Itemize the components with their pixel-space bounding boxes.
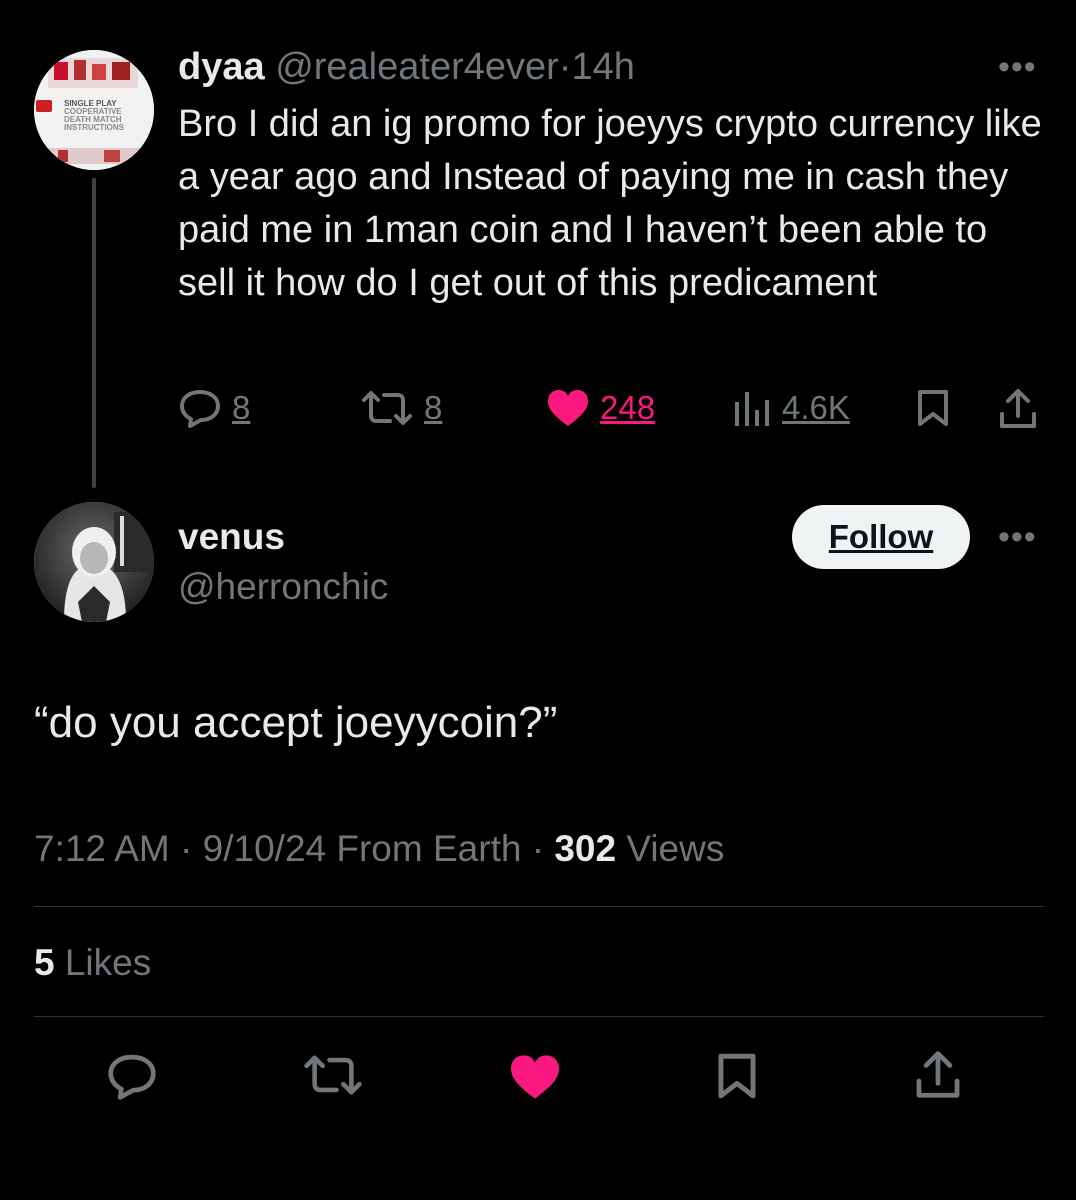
reply-icon: [180, 390, 220, 428]
reply-icon: [108, 1054, 156, 1100]
parent-timestamp[interactable]: 14h: [571, 46, 634, 88]
views-icon: [735, 392, 769, 426]
reply-likes-label: Likes: [64, 942, 152, 983]
reply-likes-summary[interactable]: 5 Likes: [34, 942, 151, 984]
bookmark-icon: [718, 1053, 756, 1099]
reply-views-label: Views: [626, 828, 725, 869]
repost-icon: [304, 1055, 362, 1095]
reply-views-count: 302: [554, 828, 617, 869]
reply-author-name[interactable]: venus: [178, 516, 285, 558]
views-action[interactable]: 4.6K: [732, 388, 850, 428]
like-count: 248: [600, 389, 656, 426]
parent-tweet-text: Bro I did an ig promo for joeyys crypto …: [178, 103, 1042, 304]
reply-author-handle[interactable]: @herronchic: [178, 566, 388, 608]
share-icon: [1000, 389, 1036, 428]
header-separator: ·: [558, 46, 572, 88]
reply-tweet-text: “do you accept joeyycoin?”: [34, 698, 558, 747]
reply-repost-action[interactable]: [302, 1052, 364, 1098]
avatar-dyaa[interactable]: SINGLE PLAY COOPERATIVE DEATH MATCH INST…: [34, 50, 154, 170]
views-count: 4.6K: [782, 389, 850, 426]
reply-count: 8: [232, 389, 251, 426]
share-icon: [916, 1051, 960, 1098]
meta-separator: ·: [180, 828, 193, 869]
thread-connector-line: [92, 178, 96, 488]
parent-header: dyaa @realeater4ever·14h: [178, 46, 635, 89]
follow-button[interactable]: Follow: [792, 505, 970, 569]
avatar-text-line: INSTRUCTIONS: [64, 123, 124, 132]
bookmark-icon: [918, 390, 948, 426]
parent-author-handle[interactable]: @realeater4ever: [275, 46, 559, 88]
reply-metadata: 7:12 AM · 9/10/24 From Earth · 302 Views: [34, 828, 724, 870]
repost-action[interactable]: 8: [360, 388, 442, 428]
bookmark-action[interactable]: [916, 388, 950, 428]
heart-icon: [511, 1055, 559, 1099]
reply-more-options-icon[interactable]: •••: [998, 520, 1037, 554]
reply-date-location: 9/10/24 From Earth: [202, 828, 522, 869]
heart-icon: [548, 390, 588, 426]
avatar-image: [34, 502, 154, 622]
share-action[interactable]: [998, 388, 1038, 430]
divider: [34, 906, 1044, 907]
like-action[interactable]: 248: [546, 388, 655, 428]
parent-author-name[interactable]: dyaa: [178, 46, 265, 88]
reply-action[interactable]: 8: [178, 388, 250, 428]
divider: [34, 1016, 1044, 1017]
reply-bookmark-action[interactable]: [716, 1050, 758, 1102]
reply-like-action[interactable]: [508, 1053, 562, 1101]
avatar-venus[interactable]: [34, 502, 154, 622]
reply-likes-count: 5: [34, 942, 55, 983]
reply-reply-action[interactable]: [106, 1052, 158, 1100]
reply-share-action[interactable]: [914, 1050, 962, 1100]
reply-time[interactable]: 7:12 AM: [34, 828, 170, 869]
meta-separator: ·: [531, 828, 545, 869]
repost-icon: [362, 391, 412, 425]
parent-more-options-icon[interactable]: •••: [998, 50, 1037, 84]
repost-count: 8: [424, 389, 443, 426]
